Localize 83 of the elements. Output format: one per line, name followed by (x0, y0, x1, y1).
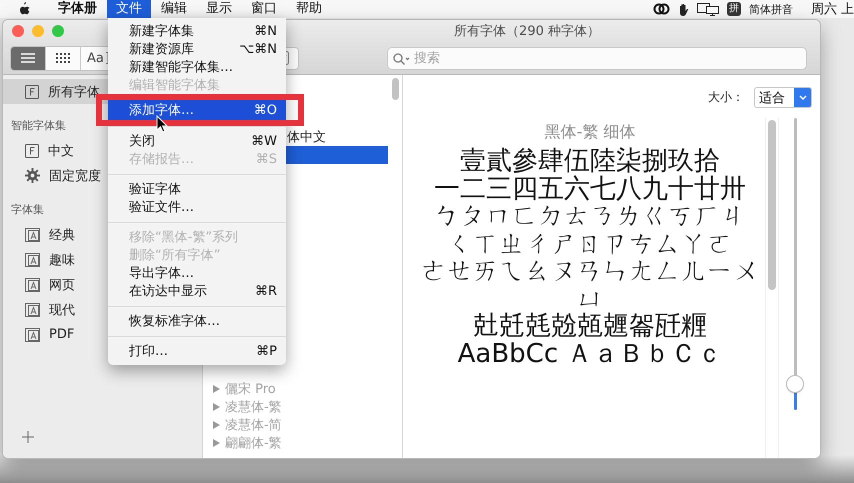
close-button[interactable] (12, 25, 24, 37)
sample-text: AaBbCc ＡａＢｂＣｃ (458, 340, 722, 368)
menu-item-label: 打印… (129, 343, 168, 360)
menu-item-label: 验证文件… (129, 199, 194, 216)
list-view-button[interactable] (11, 46, 46, 70)
shortcut-label: ⌥⌘N (239, 42, 277, 56)
grid-icon (56, 53, 70, 63)
slider-thumb[interactable] (787, 376, 803, 392)
menu-item-label: 新建智能字体集… (129, 59, 233, 76)
menu-item[interactable]: 打印… ⌘P (108, 342, 286, 360)
list-icon (21, 53, 35, 63)
menu-item-label: 恢复标准字体… (129, 313, 220, 330)
disclosure-triangle-icon[interactable] (213, 403, 220, 411)
menu-item[interactable]: 新建字体集 ⌘N (108, 22, 286, 40)
menu-item-label: 新建资源库 (129, 41, 194, 58)
collection-icon (25, 302, 40, 316)
search-field[interactable]: 搜索 (387, 46, 807, 70)
sample-text: ㄩ (577, 286, 603, 313)
menu-item[interactable]: 验证字体 (108, 180, 286, 198)
menu-item[interactable]: 关闭 ⌘W (108, 132, 286, 150)
search-icon (393, 52, 410, 64)
collection-icon (25, 278, 40, 292)
collection-icon (25, 328, 40, 342)
pointer-icon (156, 115, 168, 133)
menu-item-label: 在访达中显示 (129, 283, 207, 300)
shortcut-label: ⌘S (256, 152, 277, 166)
settings-icon (25, 168, 40, 183)
sample-title: 黑体-繁 细体 (544, 121, 636, 143)
input-method-name[interactable]: 简体拼音 (748, 2, 793, 16)
menubar-clock[interactable]: 周六 上 (810, 0, 854, 18)
menu-item-label: 关闭 (129, 133, 155, 150)
menu-item-label: 删除“所有字体” (129, 247, 220, 264)
collection-icon (25, 228, 40, 242)
font-file-icon (25, 144, 39, 158)
collection-icon (25, 252, 40, 266)
menu-item-label: 存储报告… (129, 151, 194, 168)
shortcut-label: ⌘N (254, 24, 277, 38)
zoom-button[interactable] (52, 25, 64, 37)
menu-item[interactable]: 添加字体… ⌘O (108, 100, 286, 120)
add-icon (22, 431, 34, 443)
menu-title[interactable]: 显示 (197, 0, 241, 18)
apple-logo-icon[interactable] (18, 2, 30, 16)
display-icon[interactable] (696, 2, 719, 16)
menu-title[interactable]: 窗口 (242, 0, 286, 18)
menu-item[interactable]: 验证文件… (108, 198, 286, 216)
size-label: 大小： (708, 88, 744, 106)
menu-item-label: 验证字体 (129, 181, 181, 198)
font-file-icon (25, 84, 39, 98)
menu-item-label: 移除“黑体-繁”系列 (129, 229, 238, 246)
sample-text: ㄅㄆㄇㄈㄉㄊㄋㄌㄍㄎㄏㄐ (434, 203, 746, 230)
menu-item[interactable]: 在访达中显示 ⌘R (108, 282, 286, 300)
hand-icon[interactable] (678, 2, 689, 16)
menu-item-label: 新建字体集 (129, 23, 194, 40)
chevron-down-icon (798, 94, 806, 100)
text-cursor-icon (106, 52, 110, 64)
linked-rings-icon[interactable] (652, 3, 670, 15)
window-title: 所有字体（290 种字体） (454, 23, 600, 40)
disclosure-triangle-icon[interactable] (213, 421, 220, 429)
app-menu[interactable]: 字体册 (49, 0, 106, 18)
section-header: 智能字体集 (11, 118, 66, 134)
shortcut-label: ⌘O (254, 102, 277, 118)
menu-item[interactable]: 恢复标准字体… (108, 312, 286, 330)
disclosure-triangle-icon[interactable] (213, 385, 220, 393)
section-header: 字体集 (11, 202, 44, 218)
menu-item-label: 导出字体… (129, 265, 194, 282)
shortcut-label: ⌘W (251, 134, 277, 148)
disclosure-triangle-icon[interactable] (213, 439, 220, 447)
input-method-badge[interactable]: 拼 (726, 2, 741, 16)
sample-text: ㄑㄒㄓㄔㄕㄖㄗㄘㄙㄚㄛ (447, 230, 733, 258)
sample-text: ㄜㄝㄞㄟㄠㄡㄢㄣㄤㄥㄦㄧㄨ (421, 258, 759, 286)
sample-text: 兙兛兞兝兡兣嗧瓩糎 (473, 313, 707, 340)
menu-title[interactable]: 文件 (107, 0, 151, 18)
sample-text: 壹貳參肆伍陸柒捌玖拾 (460, 148, 720, 176)
scrollbar-thumb (392, 78, 398, 100)
menu-item-label: 添加字体… (129, 102, 194, 119)
sample-text: 一二三四五六七八九十廿卅 (434, 176, 746, 203)
size-slider[interactable] (787, 118, 804, 410)
size-dropdown[interactable]: 适合 (754, 86, 812, 108)
menu-item[interactable]: 导出字体… (108, 264, 286, 282)
menu-title[interactable]: 帮助 (287, 0, 331, 18)
shortcut-label: ⌘R (254, 284, 277, 298)
menu-title[interactable]: 编辑 (152, 0, 196, 18)
shortcut-label: ⌘P (256, 344, 277, 358)
